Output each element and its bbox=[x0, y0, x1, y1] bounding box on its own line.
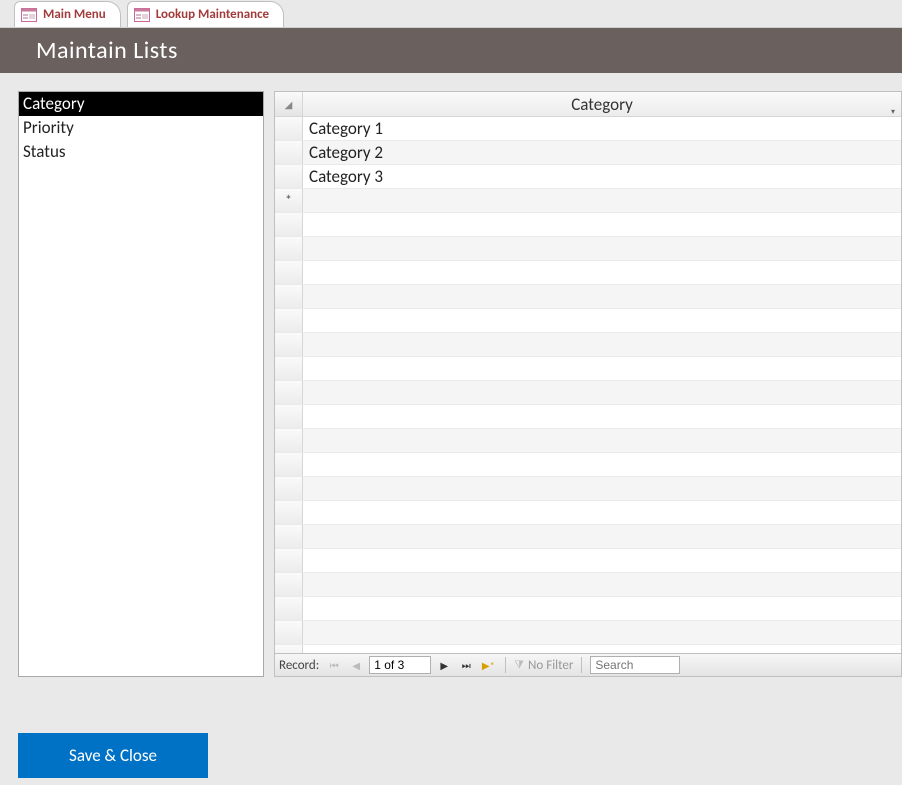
tab-label: Lookup Maintenance bbox=[156, 7, 269, 22]
column-header-category[interactable]: Category ▾ bbox=[303, 92, 901, 116]
row-selector[interactable] bbox=[275, 165, 303, 188]
search-input[interactable] bbox=[590, 656, 680, 674]
grid-cell[interactable]: Category 2 bbox=[303, 141, 877, 164]
page-title: Maintain Lists bbox=[36, 36, 178, 65]
record-position-input[interactable] bbox=[369, 656, 431, 674]
page-title-bar: Maintain Lists bbox=[0, 28, 902, 73]
column-header-label: Category bbox=[571, 94, 633, 115]
filter-icon: ⧩ bbox=[514, 658, 524, 672]
save-close-button[interactable]: Save & Close bbox=[18, 733, 208, 778]
new-record-marker: * bbox=[275, 189, 303, 212]
record-navigator: Record: ⏮ ◀ ▶ ⏭ ▶* ⧩ No Filter bbox=[274, 653, 902, 677]
next-record-button[interactable]: ▶ bbox=[435, 656, 453, 674]
datasheet-panel: ◢ Category ▾ Category 1 Category 2 Categ bbox=[274, 91, 902, 677]
datasheet-grid[interactable]: ◢ Category ▾ Category 1 Category 2 Categ bbox=[274, 91, 902, 653]
table-row[interactable]: Category 2 bbox=[275, 141, 901, 165]
grid-cell[interactable]: Category 3 bbox=[303, 165, 877, 188]
form-icon bbox=[21, 7, 37, 23]
tab-lookup-maintenance[interactable]: Lookup Maintenance bbox=[127, 1, 284, 27]
tab-label: Main Menu bbox=[43, 7, 106, 22]
grid-body: Category 1 Category 2 Category 3 * bbox=[275, 117, 901, 653]
list-item-category[interactable]: Category bbox=[19, 92, 263, 116]
list-item-status[interactable]: Status bbox=[19, 140, 263, 164]
content-area: Category Priority Status ◢ Category ▾ Ca… bbox=[0, 73, 902, 678]
table-row[interactable]: Category 1 bbox=[275, 117, 901, 141]
first-record-button[interactable]: ⏮ bbox=[325, 656, 343, 674]
tab-bar: Main Menu Lookup Maintenance bbox=[0, 0, 902, 28]
row-selector[interactable] bbox=[275, 117, 303, 140]
list-item-priority[interactable]: Priority bbox=[19, 116, 263, 140]
grid-cell[interactable] bbox=[303, 189, 877, 212]
filter-label: No Filter bbox=[528, 658, 573, 673]
grid-cell[interactable]: Category 1 bbox=[303, 117, 877, 140]
new-record-button[interactable]: ▶* bbox=[479, 656, 497, 674]
footer: Save & Close bbox=[0, 678, 902, 778]
filter-status[interactable]: ⧩ No Filter bbox=[514, 658, 573, 673]
record-label: Record: bbox=[279, 658, 319, 673]
last-record-button[interactable]: ⏭ bbox=[457, 656, 475, 674]
tab-main-menu[interactable]: Main Menu bbox=[14, 1, 121, 27]
row-selector[interactable] bbox=[275, 141, 303, 164]
new-record-row[interactable]: * bbox=[275, 189, 901, 213]
select-all-corner[interactable]: ◢ bbox=[275, 92, 303, 116]
form-icon bbox=[134, 7, 150, 23]
lookup-list: Category Priority Status bbox=[18, 91, 264, 677]
grid-header-row: ◢ Category ▾ bbox=[275, 92, 901, 117]
prev-record-button[interactable]: ◀ bbox=[347, 656, 365, 674]
table-row[interactable]: Category 3 bbox=[275, 165, 901, 189]
